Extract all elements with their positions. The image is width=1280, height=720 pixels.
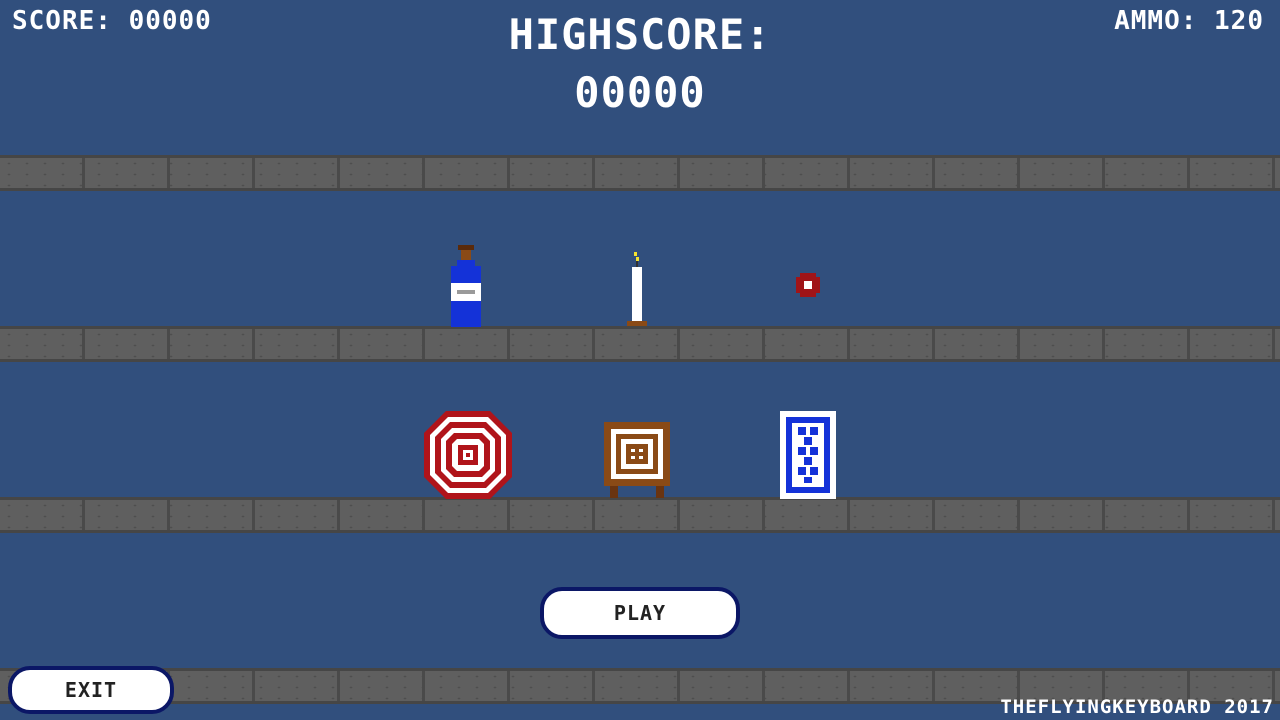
credit-text: THEFLYINGKEYBOARD 2017 xyxy=(1000,696,1274,718)
highscore-label: HIGHSCORE: xyxy=(508,10,772,59)
shelf-top xyxy=(0,155,1280,191)
play-button[interactable]: PLAY xyxy=(540,587,740,639)
highscore-value: 00000 xyxy=(574,68,706,117)
bottle-target-icon[interactable] xyxy=(448,245,484,327)
shelf-middle xyxy=(0,497,1280,533)
candle-target-icon[interactable] xyxy=(624,250,650,328)
card-target-icon[interactable] xyxy=(780,411,836,499)
exit-button[interactable]: EXIT xyxy=(8,666,174,714)
ring-target-icon[interactable] xyxy=(796,273,820,297)
crate-target-icon[interactable] xyxy=(604,422,670,498)
bullseye-target-icon[interactable] xyxy=(424,411,512,499)
shelf-upper xyxy=(0,326,1280,362)
